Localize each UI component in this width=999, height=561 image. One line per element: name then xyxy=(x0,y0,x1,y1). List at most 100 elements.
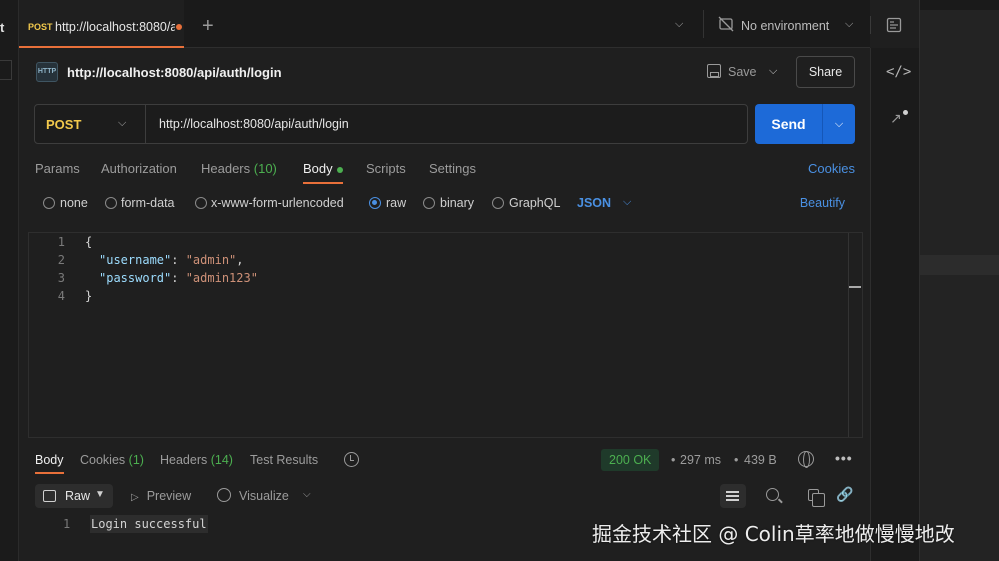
tab-authorization-label: Authorization xyxy=(101,161,177,176)
tab-url: http://localhost:8080/a xyxy=(55,20,175,34)
send-button[interactable]: Send xyxy=(755,104,822,144)
right-tool-panel: </> ↗ xyxy=(870,48,919,561)
method-select[interactable]: POST xyxy=(46,117,81,132)
radio-form-data-label[interactable]: form-data xyxy=(121,196,175,210)
format-chevron-down-icon[interactable]: ⌵ xyxy=(623,196,631,209)
response-tab-headers[interactable]: Headers (14) xyxy=(160,453,233,467)
background-window xyxy=(919,0,999,561)
radio-raw-label[interactable]: raw xyxy=(386,196,406,210)
send-button-group: Send ⌵ xyxy=(755,104,855,144)
send-chevron-down-icon[interactable]: ⌵ xyxy=(823,104,855,144)
more-options-icon[interactable]: ••• xyxy=(835,450,853,466)
unsaved-dot-icon xyxy=(176,24,182,30)
response-toolbar: Raw ▼ ▷ Preview Visualize ⌵ 🔗 xyxy=(35,484,855,508)
play-icon: ▷ xyxy=(131,492,139,503)
preview-button[interactable]: ▷ Preview xyxy=(131,489,191,503)
notification-dot-icon xyxy=(903,110,908,115)
separator-bullet: • xyxy=(734,453,739,467)
new-tab-plus-icon[interactable]: + xyxy=(202,15,214,38)
divider xyxy=(870,16,871,34)
visualize-chevron-down-icon[interactable]: ⌵ xyxy=(303,489,311,500)
background-strip xyxy=(920,0,999,10)
line-number: 2 xyxy=(57,253,65,267)
code-snippet-icon[interactable]: </> xyxy=(886,64,911,80)
line-number: 4 xyxy=(57,289,65,303)
radio-urlencoded[interactable] xyxy=(195,197,207,209)
radio-graphql-label[interactable]: GraphQL xyxy=(509,196,560,210)
line-number: 1 xyxy=(57,235,65,249)
body-type-options: none form-data x-www-form-urlencoded raw… xyxy=(35,194,855,214)
radio-none-label[interactable]: none xyxy=(60,196,88,210)
environment-quick-look-icon[interactable] xyxy=(886,17,902,33)
status-badge: 200 OK xyxy=(601,449,660,471)
save-chevron-down-icon[interactable]: ⌵ xyxy=(769,65,777,78)
wrap-lines-button[interactable] xyxy=(720,484,746,508)
related-collections-icon[interactable]: ↗ xyxy=(890,110,902,127)
code-line-2: "username": "admin", xyxy=(99,253,244,267)
tab-body-label: Body xyxy=(303,161,333,176)
link-icon[interactable]: 🔗 xyxy=(836,486,853,503)
sidebar-fragment-box xyxy=(0,60,12,80)
url-input[interactable]: http://localhost:8080/api/auth/login xyxy=(159,117,349,131)
request-tab[interactable]: POST http://localhost:8080/a xyxy=(19,0,184,48)
tab-headers[interactable]: Headers (10) xyxy=(201,161,277,176)
globe-icon[interactable] xyxy=(798,451,814,468)
tab-scripts[interactable]: Scripts xyxy=(366,161,406,176)
response-tab-body[interactable]: Body xyxy=(35,453,64,467)
radio-raw[interactable] xyxy=(369,197,381,209)
radio-form-data[interactable] xyxy=(105,197,117,209)
visualize-button[interactable]: Visualize xyxy=(239,489,289,503)
tab-headers-label: Headers xyxy=(201,161,251,176)
method-chevron-down-icon[interactable]: ⌵ xyxy=(118,117,126,130)
cookies-link[interactable]: Cookies xyxy=(808,161,855,176)
request-body-editor[interactable]: 1 2 3 4 { "username": "admin", "password… xyxy=(28,232,863,438)
share-button[interactable]: Share xyxy=(796,56,855,88)
response-tab-cookies-label: Cookies xyxy=(80,453,126,467)
radio-binary[interactable] xyxy=(423,197,435,209)
url-bar-divider xyxy=(145,105,146,143)
http-request-icon: HTTP xyxy=(36,62,58,82)
response-tab-test-results[interactable]: Test Results xyxy=(250,453,318,467)
body-indicator-dot-icon xyxy=(336,166,343,173)
json-separator: : xyxy=(171,271,186,285)
response-tab-cookies[interactable]: Cookies (1) xyxy=(80,453,144,467)
left-sidebar-edge: t xyxy=(0,0,19,561)
headers-count: (10) xyxy=(253,161,277,176)
beautify-button[interactable]: Beautify xyxy=(800,196,845,210)
search-icon[interactable] xyxy=(766,488,779,501)
preview-label: Preview xyxy=(146,489,192,503)
tab-settings[interactable]: Settings xyxy=(429,161,476,176)
raw-view-select[interactable]: Raw ▼ xyxy=(35,484,113,508)
response-time: 297 ms xyxy=(680,453,721,467)
request-header: HTTP http://localhost:8080/api/auth/logi… xyxy=(19,48,870,96)
environment-selector[interactable]: No environment ⌵ xyxy=(703,10,870,38)
scrollbar-thumb[interactable] xyxy=(849,286,861,288)
history-icon[interactable] xyxy=(344,452,359,467)
radio-graphql[interactable] xyxy=(492,197,504,209)
tabs-chevron-down-icon[interactable]: ⌵ xyxy=(675,18,683,31)
cookies-count: (1) xyxy=(128,453,144,467)
active-tab-indicator xyxy=(35,472,64,474)
radio-binary-label[interactable]: binary xyxy=(440,196,474,210)
radio-none[interactable] xyxy=(43,197,55,209)
response-tabs: Body Cookies (1) Headers (14) Test Resul… xyxy=(35,449,855,474)
copy-icon[interactable] xyxy=(808,489,825,507)
save-icon xyxy=(707,64,721,78)
json-comma: , xyxy=(236,253,244,267)
url-bar: POST ⌵ http://localhost:8080/api/auth/lo… xyxy=(34,104,748,144)
format-select[interactable]: JSON xyxy=(577,196,611,210)
radio-urlencoded-label[interactable]: x-www-form-urlencoded xyxy=(211,196,344,210)
tab-method: POST xyxy=(28,22,53,32)
request-tabs: Params Authorization Headers (10) Body S… xyxy=(35,158,855,188)
json-value: "admin" xyxy=(185,253,237,267)
tab-params[interactable]: Params xyxy=(35,161,80,176)
response-tab-headers-label: Headers xyxy=(160,453,208,467)
response-text: Login successful xyxy=(90,515,208,533)
request-title[interactable]: http://localhost:8080/api/auth/login xyxy=(67,65,282,80)
line-number: 3 xyxy=(57,271,65,285)
json-key: "password" xyxy=(99,271,172,285)
tab-body[interactable]: Body xyxy=(303,161,343,176)
editor-scrollbar[interactable] xyxy=(848,233,862,437)
tab-authorization[interactable]: Authorization xyxy=(101,161,177,176)
raw-view-icon xyxy=(43,490,56,502)
